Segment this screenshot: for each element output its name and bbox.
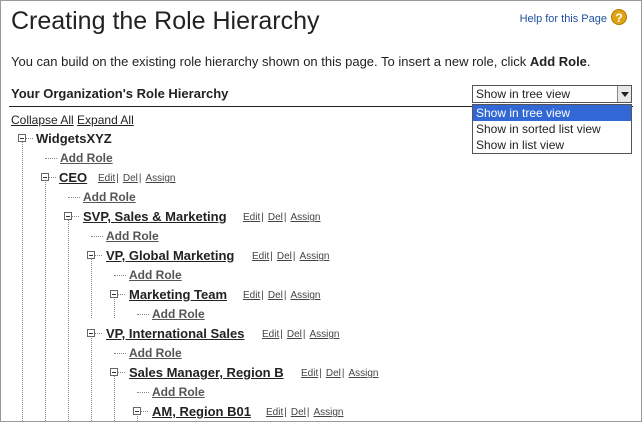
collapse-toggle-icon[interactable]: [64, 212, 72, 220]
tree-connector: [71, 216, 79, 217]
tree-connector: [140, 411, 148, 412]
edit-link[interactable]: Edit: [243, 212, 260, 223]
tree-connector: [22, 140, 23, 421]
role-node-label[interactable]: VP, Global Marketing: [106, 248, 234, 263]
tree-controls: Collapse All Expand All: [11, 113, 134, 127]
view-option-sorted-list[interactable]: Show in sorted list view: [473, 121, 631, 137]
role-node-label[interactable]: Marketing Team: [129, 287, 227, 302]
role-node-label[interactable]: VP, International Sales: [106, 326, 244, 341]
collapse-toggle-icon[interactable]: [41, 173, 49, 181]
tree-connector: [91, 236, 103, 237]
role-actions: Edit| Del| Assign: [252, 251, 330, 262]
role-node-label: WidgetsXYZ: [36, 131, 112, 146]
tree-connector: [117, 372, 125, 373]
page-frame: Creating the Role Hierarchy Help for thi…: [0, 0, 642, 422]
chevron-down-icon[interactable]: [617, 86, 631, 102]
tree-connector: [45, 179, 46, 421]
collapse-toggle-icon[interactable]: [18, 134, 26, 142]
tree-connector: [91, 257, 92, 318]
view-select[interactable]: Show in tree view: [472, 85, 632, 103]
role-actions: Edit| Del| Assign: [262, 329, 340, 340]
role-actions: Edit| Del| Assign: [301, 368, 379, 379]
add-role-link[interactable]: Add Role: [129, 268, 182, 282]
view-select-dropdown: Show in tree view Show in sorted list vi…: [472, 104, 632, 154]
delete-link[interactable]: Del: [268, 212, 283, 223]
tree-connector: [94, 333, 102, 334]
intro-text: You can build on the existing role hiera…: [11, 54, 591, 69]
role-actions: Edit| Del| Assign: [266, 407, 344, 418]
tree-connector: [68, 218, 69, 421]
help-link[interactable]: Help for this Page: [520, 13, 607, 25]
add-role-link[interactable]: Add Role: [83, 190, 136, 204]
assign-link[interactable]: Assign: [313, 407, 343, 418]
help-icon[interactable]: ?: [611, 9, 627, 25]
collapse-toggle-icon[interactable]: [87, 251, 95, 259]
role-actions: Edit| Del| Assign: [243, 212, 321, 223]
collapse-toggle-icon[interactable]: [87, 329, 95, 337]
collapse-all-link[interactable]: Collapse All: [11, 113, 74, 127]
add-role-link[interactable]: Add Role: [152, 307, 205, 321]
add-role-link[interactable]: Add Role: [60, 151, 113, 165]
assign-link[interactable]: Assign: [299, 251, 329, 262]
assign-link[interactable]: Assign: [145, 173, 175, 184]
role-node-label[interactable]: Sales Manager, Region B: [129, 365, 284, 380]
edit-link[interactable]: Edit: [301, 368, 318, 379]
edit-link[interactable]: Edit: [243, 290, 260, 301]
add-role-link[interactable]: Add Role: [152, 385, 205, 399]
tree-connector: [114, 275, 126, 276]
tree-connector: [137, 314, 149, 315]
edit-link[interactable]: Edit: [262, 329, 279, 340]
edit-link[interactable]: Edit: [266, 407, 283, 418]
tree-connector: [137, 392, 149, 393]
view-option-tree[interactable]: Show in tree view: [473, 105, 631, 121]
collapse-toggle-icon[interactable]: [133, 407, 141, 415]
tree-connector: [114, 353, 126, 354]
collapse-toggle-icon[interactable]: [110, 290, 118, 298]
view-select-value: Show in tree view: [476, 87, 571, 101]
delete-link[interactable]: Del: [277, 251, 292, 262]
delete-link[interactable]: Del: [287, 329, 302, 340]
tree-connector: [68, 197, 80, 198]
assign-link[interactable]: Assign: [290, 290, 320, 301]
delete-link[interactable]: Del: [326, 368, 341, 379]
page-title: Creating the Role Hierarchy: [11, 7, 320, 35]
tree-connector: [94, 255, 102, 256]
tree-connector: [114, 374, 115, 421]
add-role-link[interactable]: Add Role: [129, 346, 182, 360]
collapse-toggle-icon[interactable]: [110, 368, 118, 376]
tree-connector: [114, 296, 115, 318]
add-role-link[interactable]: Add Role: [106, 229, 159, 243]
assign-link[interactable]: Assign: [290, 212, 320, 223]
section-title: Your Organization's Role Hierarchy: [11, 86, 229, 101]
intro-add-role-emphasis: Add Role: [529, 54, 587, 69]
role-actions: Edit| Del| Assign: [243, 290, 321, 301]
expand-all-link[interactable]: Expand All: [77, 113, 134, 127]
view-option-list[interactable]: Show in list view: [473, 137, 631, 153]
role-node-label[interactable]: AM, Region B01: [152, 404, 251, 419]
role-node-label[interactable]: SVP, Sales & Marketing: [83, 209, 227, 224]
delete-link[interactable]: Del: [123, 173, 138, 184]
tree-connector: [91, 335, 92, 421]
tree-connector: [25, 138, 33, 139]
tree-connector: [48, 177, 56, 178]
tree-connector: [117, 294, 125, 295]
tree-connector: [45, 158, 57, 159]
edit-link[interactable]: Edit: [252, 251, 269, 262]
delete-link[interactable]: Del: [291, 407, 306, 418]
assign-link[interactable]: Assign: [309, 329, 339, 340]
role-node-label[interactable]: CEO: [59, 170, 87, 185]
role-actions: Edit| Del| Assign: [98, 173, 176, 184]
assign-link[interactable]: Assign: [348, 368, 378, 379]
delete-link[interactable]: Del: [268, 290, 283, 301]
edit-link[interactable]: Edit: [98, 173, 115, 184]
